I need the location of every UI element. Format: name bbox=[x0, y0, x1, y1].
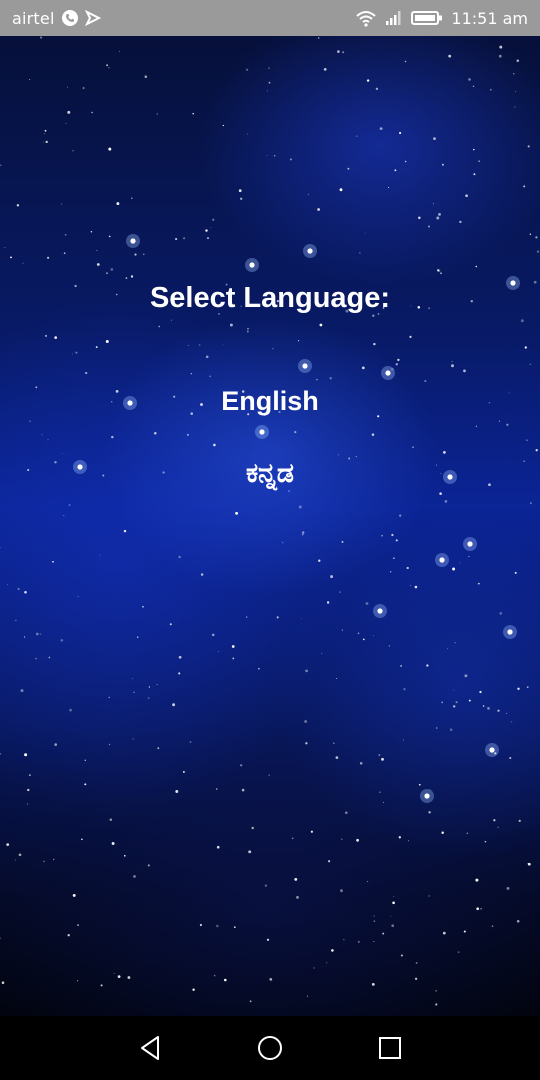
language-selection: Select Language: English ಕನ್ನಡ bbox=[0, 36, 540, 1016]
language-option-kannada[interactable]: ಕನ್ನಡ bbox=[170, 458, 370, 490]
home-icon[interactable] bbox=[254, 1032, 286, 1064]
app-screen: airtel 11:51 am Select Language: English… bbox=[0, 0, 540, 1080]
status-bar: airtel 11:51 am bbox=[0, 0, 540, 36]
back-icon[interactable] bbox=[134, 1032, 166, 1064]
status-time: 11:51 am bbox=[451, 8, 528, 28]
wifi-icon bbox=[355, 9, 377, 27]
page-title: Select Language: bbox=[149, 282, 391, 314]
whatsapp-call-icon bbox=[61, 9, 79, 27]
battery-icon bbox=[411, 10, 443, 26]
language-option-english[interactable]: English bbox=[170, 386, 370, 417]
recent-apps-icon[interactable] bbox=[374, 1032, 406, 1064]
carrier-name: airtel bbox=[12, 8, 55, 28]
navigation-bar bbox=[0, 1016, 540, 1080]
signal-icon bbox=[385, 10, 403, 26]
notification-icon bbox=[84, 10, 101, 26]
